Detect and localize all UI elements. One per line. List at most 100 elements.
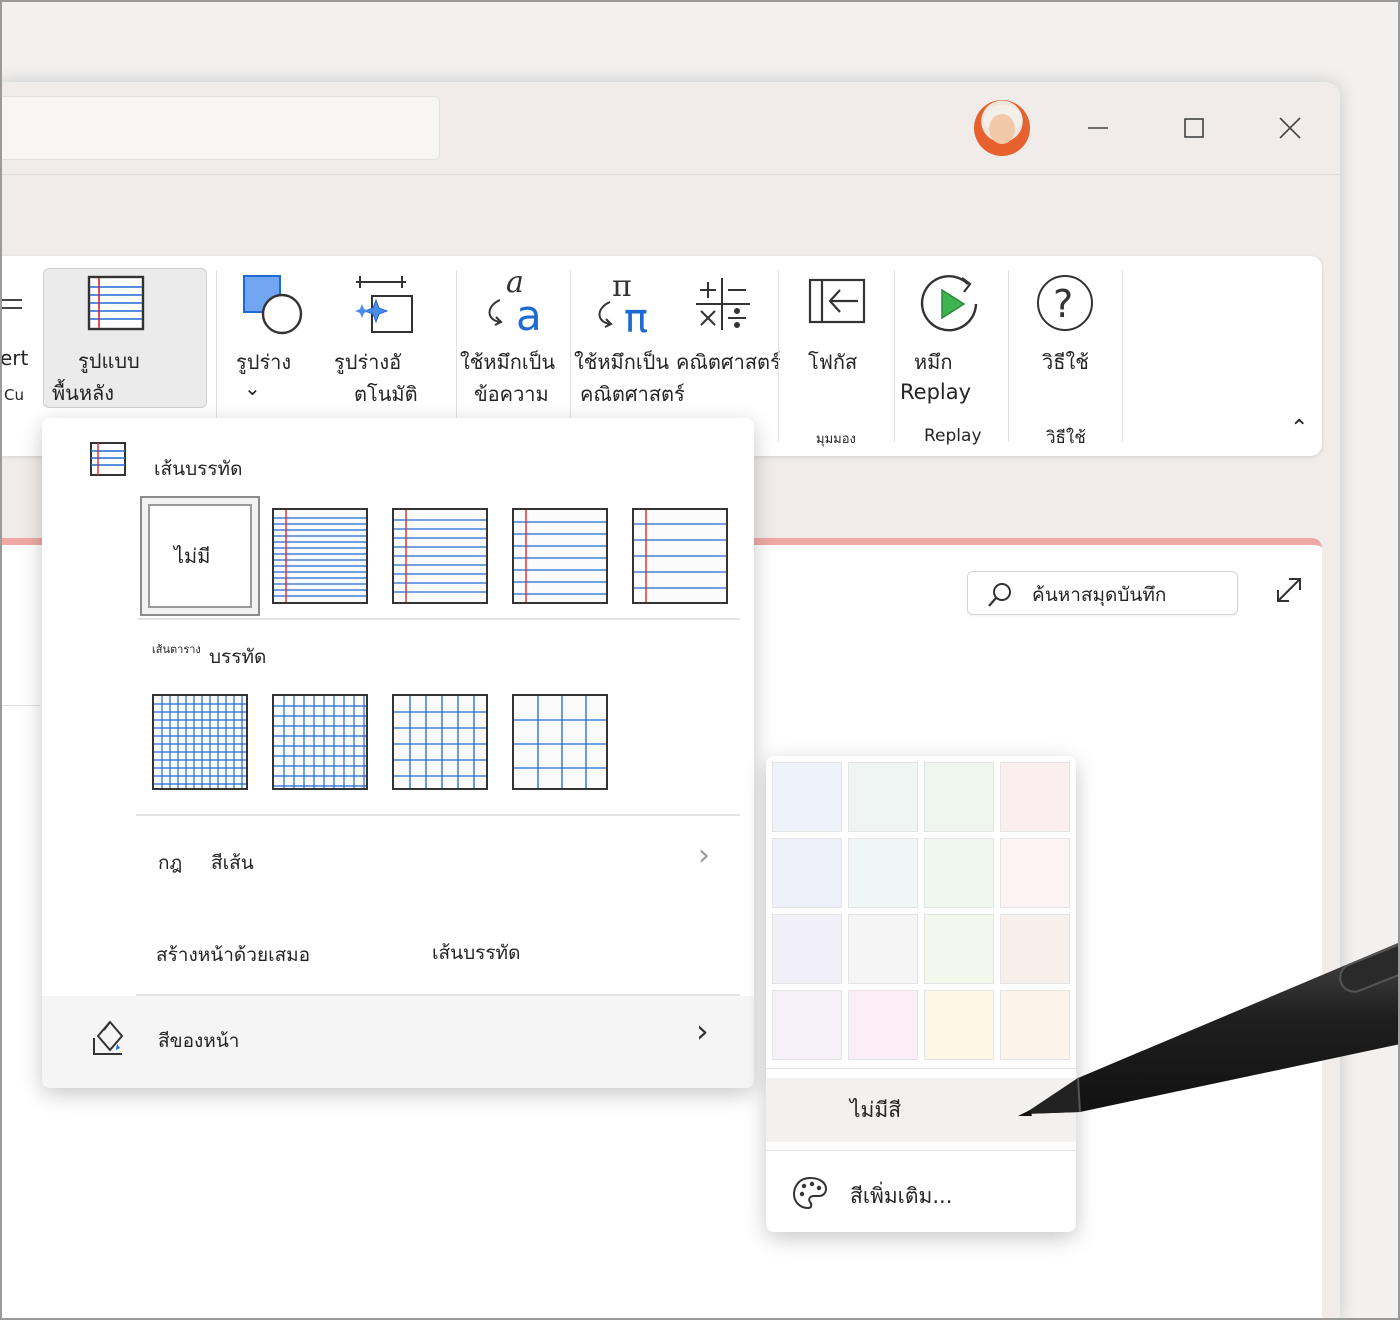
- svg-text:π: π: [624, 296, 648, 338]
- create-pages-label-a: สร้างหน้าด้วยเสมอ: [156, 944, 311, 966]
- minimize-icon: [1088, 127, 1108, 129]
- background-style-button[interactable]: รูปแบบ พื้นหลัง: [43, 268, 207, 408]
- very-large-grid-icon: [514, 696, 606, 788]
- color-swatch[interactable]: [848, 838, 918, 908]
- expand-icon[interactable]: [1274, 575, 1304, 605]
- standard-ruled-icon: [514, 510, 606, 602]
- ribbon-separator: [570, 270, 571, 442]
- menu-separator: [138, 618, 740, 620]
- color-swatch[interactable]: [1000, 762, 1070, 832]
- color-swatch[interactable]: [772, 838, 842, 908]
- search-icon: [988, 583, 1011, 607]
- focus-icon: [808, 278, 866, 324]
- ink-to-text-button[interactable]: a a ใช้หมึกเป็น ข้อความ: [460, 268, 570, 418]
- color-swatch[interactable]: [1000, 838, 1070, 908]
- color-swatch[interactable]: [924, 762, 994, 832]
- rule-lines-icon: [90, 442, 126, 476]
- more-colors-label: สีเพิ่มเติม...: [850, 1184, 953, 1208]
- color-swatch[interactable]: [924, 838, 994, 908]
- replay-group-label: Replay: [924, 426, 982, 446]
- shapes-icon: [243, 275, 303, 335]
- search-placeholder: ค้นหาสมุดบันทึก: [1032, 584, 1167, 606]
- page-color-icon: [93, 1020, 124, 1055]
- color-swatch[interactable]: [772, 990, 842, 1060]
- focus-button[interactable]: โฟกัส: [786, 268, 886, 418]
- ruled-page-icon: [87, 275, 145, 331]
- notebook-search-box[interactable]: ค้นหาสมุดบันทึก: [967, 571, 1238, 615]
- user-avatar[interactable]: [974, 100, 1030, 156]
- color-swatch[interactable]: [924, 914, 994, 984]
- math-button[interactable]: คณิตศาสตร์: [676, 268, 790, 418]
- view-group-label: มุมมอง: [816, 432, 856, 447]
- background-style-label-2: พื้นหลัง: [52, 381, 115, 405]
- page-color-item[interactable]: สีของหน้า ›: [42, 996, 754, 1088]
- grid-title-small: เส้นตาราง: [152, 643, 201, 656]
- ink-to-math-button[interactable]: π π ใช้หมึกเป็น คณิตศาสตร์: [574, 268, 685, 418]
- rule-college-option[interactable]: [392, 508, 488, 604]
- chevron-right-icon: ›: [698, 838, 710, 873]
- color-swatch[interactable]: [924, 990, 994, 1060]
- rule-color-label-b: สีเส้น: [211, 852, 254, 874]
- title-bar-search-field[interactable]: [0, 96, 440, 160]
- rule-line-color-item[interactable]: กฎ สีเส้น ›: [42, 838, 754, 882]
- auto-shapes-label-1: รูปร่างอั: [334, 350, 402, 374]
- ribbon-separator: [1122, 270, 1123, 442]
- ink-to-math-label-1: ใช้หมึกเป็น: [574, 350, 670, 374]
- close-button[interactable]: [1268, 106, 1312, 150]
- page-title-line: [0, 705, 40, 706]
- titlebar-divider: [0, 174, 1340, 175]
- color-swatch[interactable]: [772, 762, 842, 832]
- college-ruled-icon: [394, 510, 486, 602]
- ink-to-text-label-2: ข้อความ: [474, 382, 549, 406]
- grid-medium-option[interactable]: [272, 694, 368, 790]
- more-colors-item[interactable]: สีเพิ่มเติม...: [766, 1160, 1076, 1224]
- grid-very-large-option[interactable]: [512, 694, 608, 790]
- shapes-button[interactable]: รูปร่าง ⌄: [226, 268, 336, 418]
- collapse-ribbon-icon[interactable]: ⌃: [1290, 416, 1308, 441]
- ribbon-separator: [778, 270, 779, 442]
- rule-none-option[interactable]: ไม่มี: [140, 496, 260, 616]
- narrow-ruled-icon: [274, 510, 366, 602]
- ink-replay-button[interactable]: หมึก Replay: [900, 268, 1010, 418]
- palette-icon: [792, 1176, 828, 1210]
- grid-small-option[interactable]: [152, 694, 248, 790]
- avatar-face: [989, 114, 1015, 144]
- rule-wide-option[interactable]: [632, 508, 728, 604]
- rule-narrow-option[interactable]: [272, 508, 368, 604]
- color-swatch[interactable]: [848, 990, 918, 1060]
- none-tile-inner: ไม่มี: [148, 504, 252, 608]
- math-operators-icon: [696, 278, 750, 330]
- grid-large-option[interactable]: [392, 694, 488, 790]
- menu-separator: [136, 994, 740, 996]
- page-color-label: สีของหน้า: [158, 1030, 240, 1052]
- color-swatch[interactable]: [848, 762, 918, 832]
- ribbon-separator: [216, 270, 217, 442]
- always-create-pages-item[interactable]: สร้างหน้าด้วยเสมอ เส้นบรรทัด: [42, 930, 754, 974]
- ink-to-math-icon: π π: [598, 270, 648, 338]
- color-swatch[interactable]: [772, 914, 842, 984]
- background-style-label-1: รูปแบบ: [78, 349, 140, 373]
- maximize-button[interactable]: [1172, 106, 1216, 150]
- minimize-button[interactable]: [1076, 106, 1120, 150]
- auto-shapes-label-2: ตโนมัติ: [354, 382, 418, 406]
- svg-text:a: a: [516, 291, 542, 338]
- ink-to-text-icon: a a: [488, 270, 542, 338]
- math-label: คณิตศาสตร์: [676, 350, 781, 374]
- surface-pen: [1018, 942, 1400, 1116]
- help-label: วิธีใช้: [1042, 350, 1089, 374]
- submenu-separator: [766, 1150, 1076, 1151]
- create-pages-label-b: เส้นบรรทัด: [432, 942, 521, 964]
- help-button[interactable]: ? วิธีใช้: [1016, 268, 1116, 418]
- chevron-right-icon: ›: [696, 1012, 709, 1050]
- no-color-label: ไม่มีสี: [850, 1098, 902, 1122]
- medium-grid-icon: [274, 696, 366, 788]
- color-swatch[interactable]: [848, 914, 918, 984]
- background-style-menu: เส้นบรรทัด ไม่มี เส้นตาราง บรรทัด กฎ สีเ…: [42, 418, 754, 1088]
- rule-standard-option[interactable]: [512, 508, 608, 604]
- maximize-icon: [1184, 118, 1204, 138]
- close-icon: [1279, 117, 1301, 139]
- chevron-down-icon: ⌄: [244, 376, 261, 400]
- none-label: ไม่มี: [174, 544, 211, 568]
- auto-shapes-button[interactable]: รูปร่างอั ตโนมัติ: [334, 268, 440, 418]
- focus-label: โฟกัส: [808, 350, 858, 374]
